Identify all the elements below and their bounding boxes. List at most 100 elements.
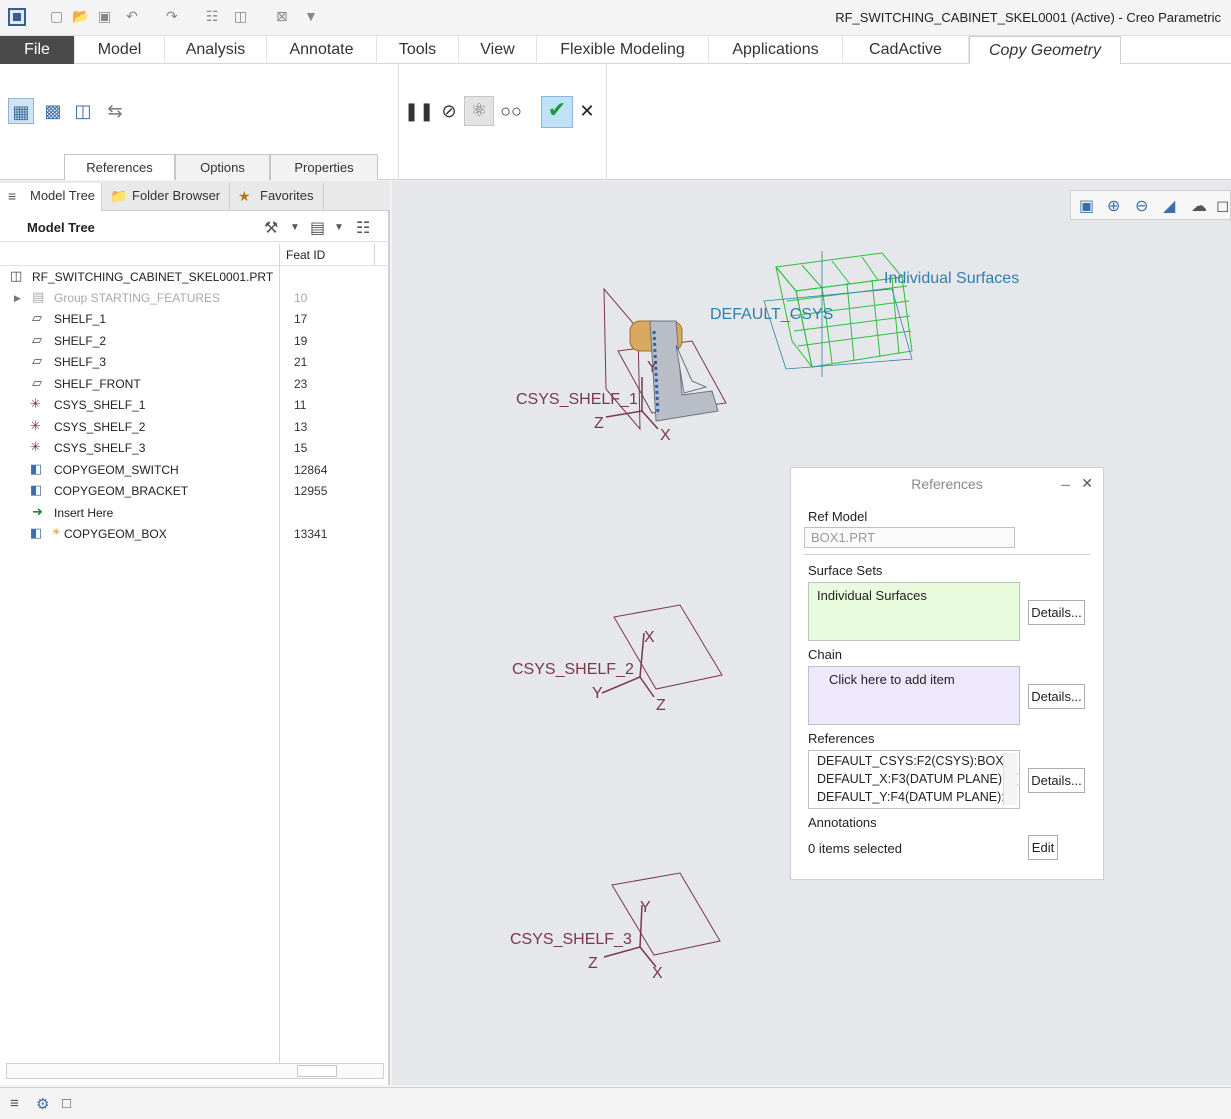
tree-row[interactable]: ▱ SHELF_2 19: [0, 331, 380, 352]
expand-arrow-icon[interactable]: ▶: [14, 293, 21, 304]
dashboard-tab-properties[interactable]: Properties: [270, 154, 378, 180]
tree-row-feat-id: 13: [294, 420, 308, 434]
tree-row-feat-id: 11: [294, 398, 307, 412]
dependent-copy-icon[interactable]: ◫: [70, 98, 96, 124]
tab-applications[interactable]: Applications: [709, 36, 843, 64]
references-details-button[interactable]: Details...: [1028, 768, 1085, 793]
chain-list[interactable]: Click here to add item: [808, 666, 1020, 725]
open-folder-icon[interactable]: 📂: [72, 8, 89, 25]
datum-plane-icon: ▱: [32, 332, 42, 347]
tree-row[interactable]: ◧ COPYGEOM_SWITCH 12864: [0, 460, 380, 481]
tree-row-feat-id: 21: [294, 355, 308, 369]
customize-dropdown-icon[interactable]: ▼: [304, 8, 318, 24]
nav-tab-folder-browser[interactable]: 📁 Folder Browser: [102, 183, 230, 211]
tab-cadactive[interactable]: CadActive: [843, 36, 969, 64]
tab-tools[interactable]: Tools: [377, 36, 459, 64]
no-preview-icon[interactable]: ⊘: [436, 98, 462, 124]
close-window-icon[interactable]: ⊠: [276, 8, 288, 25]
tree-root[interactable]: ◫ RF_SWITCHING_CABINET_SKEL0001.PRT: [0, 267, 380, 288]
tree-filter-icon[interactable]: ☷: [356, 218, 370, 238]
tab-model[interactable]: Model: [75, 36, 165, 64]
tree-row[interactable]: ◧ COPYGEOM_BRACKET 12955: [0, 481, 380, 502]
horizontal-scrollbar[interactable]: [6, 1063, 384, 1079]
tab-flexible-modeling[interactable]: Flexible Modeling: [537, 36, 709, 64]
favorites-icon: ★: [238, 188, 251, 204]
tree-row-label: Group STARTING_FEATURES: [54, 291, 221, 305]
tree-settings-icon[interactable]: ⚒: [264, 218, 278, 238]
label-axis-z: Z: [588, 955, 598, 972]
tree-row-insert-here[interactable]: ➜ Insert Here: [0, 503, 380, 524]
references-list-item[interactable]: DEFAULT_X:F3(DATUM PLANE):B(: [817, 772, 1018, 786]
divider: [804, 554, 1090, 555]
chain-placeholder[interactable]: Click here to add item: [829, 672, 955, 687]
new-file-icon[interactable]: ▢: [50, 8, 63, 25]
tree-row[interactable]: ▱ SHELF_FRONT 23: [0, 374, 380, 395]
label-axis-y: Y: [592, 685, 603, 702]
surface-sets-list[interactable]: Individual Surfaces: [808, 582, 1020, 641]
references-label: References: [808, 731, 875, 746]
column-feat-id[interactable]: Feat ID: [286, 248, 325, 262]
label-default-csys: DEFAULT_CSYS: [710, 306, 834, 323]
full-screen-icon[interactable]: □: [62, 1095, 71, 1112]
tree-row[interactable]: ▶ ▤ Group STARTING_FEATURES 10: [0, 288, 380, 309]
tab-view[interactable]: View: [459, 36, 537, 64]
tree-row[interactable]: ✳ CSYS_SHELF_1 11: [0, 395, 380, 416]
save-icon[interactable]: ▣: [98, 8, 111, 25]
regenerate-icon[interactable]: ☷: [206, 8, 219, 25]
close-icon[interactable]: ✕: [1081, 475, 1093, 492]
show-navigator-icon[interactable]: ≡: [10, 1095, 19, 1112]
tree-row[interactable]: ✳ CSYS_SHELF_3 15: [0, 438, 380, 459]
tree-row-label: SHELF_3: [54, 355, 107, 369]
tree-row-feat-id: 13341: [294, 527, 328, 541]
chevron-down-icon[interactable]: ▼: [290, 222, 300, 233]
show-icon[interactable]: ▤: [310, 218, 325, 238]
tab-analysis[interactable]: Analysis: [165, 36, 267, 64]
chain-details-button[interactable]: Details...: [1028, 684, 1085, 709]
label-individual-surfaces: Individual Surfaces: [884, 270, 1020, 287]
copy-geometry-icon: ◧: [30, 461, 43, 476]
external-reference-icon[interactable]: ▩: [40, 98, 66, 124]
insert-arrow-icon[interactable]: ➜: [32, 504, 43, 520]
references-panel: References ⚊ ✕ Ref Model Surface Sets In…: [790, 467, 1104, 880]
tab-annotate[interactable]: Annotate: [267, 36, 377, 64]
apply-checkmark-icon[interactable]: ✔: [541, 96, 573, 128]
dashboard-tab-options[interactable]: Options: [175, 154, 270, 180]
ribbon-tab-bar: File Model Analysis Annotate Tools View …: [0, 36, 1231, 64]
nav-tab-favorites-label: Favorites: [260, 188, 314, 203]
tab-file[interactable]: File: [0, 36, 75, 64]
tree-row[interactable]: ▱ SHELF_3 21: [0, 352, 380, 373]
dashboard-tab-references[interactable]: References: [64, 154, 175, 180]
nav-tab-favorites[interactable]: ★ Favorites: [230, 183, 324, 211]
title-bar: ▢ 📂 ▣ ↶ ↷ ☷ ◫ ⊠ ▼ RF_SWITCHING_CABINET_S…: [0, 0, 1231, 36]
undo-icon[interactable]: ↶: [126, 8, 138, 25]
pause-icon[interactable]: ❚❚: [404, 98, 434, 124]
tree-row[interactable]: ✳ CSYS_SHELF_2 13: [0, 417, 380, 438]
publish-geometry-only-icon[interactable]: ▦: [8, 98, 34, 124]
references-list[interactable]: DEFAULT_CSYS:F2(CSYS):BOX1 DEFAULT_X:F3(…: [808, 750, 1020, 809]
attached-preview-icon[interactable]: ⚛: [464, 96, 494, 126]
app-icon[interactable]: [8, 8, 26, 26]
tree-row[interactable]: ◧ ✳ COPYGEOM_BOX 13341: [0, 524, 380, 545]
surface-sets-details-button[interactable]: Details...: [1028, 600, 1085, 625]
update-icon[interactable]: ⇆: [102, 98, 128, 124]
column-divider[interactable]: [374, 244, 375, 266]
browser-icon[interactable]: ⚙: [36, 1095, 49, 1113]
cancel-x-icon[interactable]: ✕: [574, 98, 600, 124]
annotations-edit-button[interactable]: Edit: [1028, 835, 1058, 860]
chevron-down-icon[interactable]: ▼: [334, 222, 344, 233]
tab-copy-geometry[interactable]: Copy Geometry: [969, 36, 1121, 64]
nav-tab-folder-browser-label: Folder Browser: [132, 188, 221, 203]
ref-model-field[interactable]: [804, 527, 1015, 548]
scrollbar-thumb[interactable]: [297, 1065, 337, 1077]
references-scrollbar[interactable]: [1003, 753, 1017, 805]
tree-row[interactable]: ▱ SHELF_1 17: [0, 309, 380, 330]
nav-tab-model-tree-label: Model Tree: [30, 188, 96, 203]
redo-icon[interactable]: ↷: [166, 8, 178, 25]
windows-icon[interactable]: ◫: [234, 8, 247, 25]
surface-set-item[interactable]: Individual Surfaces: [817, 588, 927, 603]
pin-icon[interactable]: ⚊: [1060, 475, 1071, 489]
references-list-item[interactable]: DEFAULT_Y:F4(DATUM PLANE):B(: [817, 790, 1017, 804]
verify-mode-icon[interactable]: ○○: [498, 98, 524, 124]
references-list-item[interactable]: DEFAULT_CSYS:F2(CSYS):BOX1: [817, 754, 1011, 768]
nav-tab-model-tree[interactable]: ≡ Model Tree: [0, 183, 102, 211]
